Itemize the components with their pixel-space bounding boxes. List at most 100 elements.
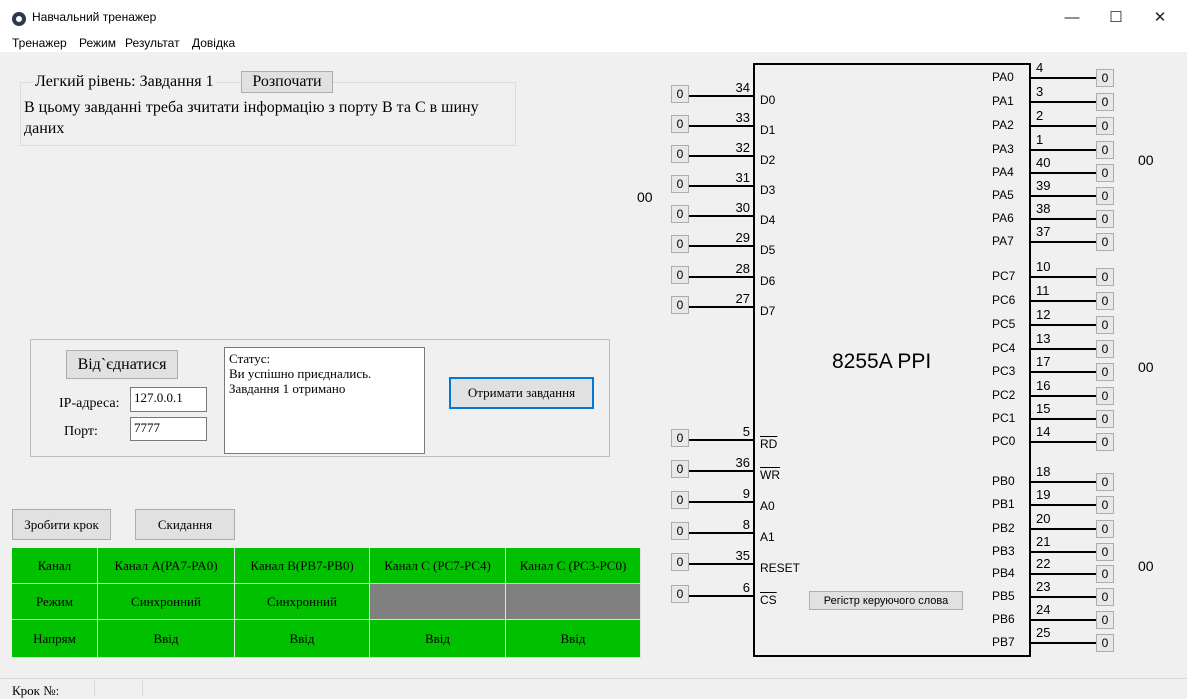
pin-value-box[interactable]: 0 xyxy=(1096,496,1114,514)
ip-input[interactable]: 127.0.0.1 xyxy=(130,387,207,412)
menu-result[interactable]: Результат xyxy=(125,36,180,50)
pin-number: 29 xyxy=(735,230,750,245)
table-cell[interactable]: Ввід xyxy=(370,620,506,658)
pin-value-box[interactable]: 0 xyxy=(1096,433,1114,451)
pin-label: RD xyxy=(760,437,778,451)
table-cell[interactable]: Синхронний xyxy=(98,584,235,620)
pin-value-box[interactable]: 0 xyxy=(671,235,689,253)
menu-mode[interactable]: Режим xyxy=(79,36,116,50)
start-button[interactable]: Розпочати xyxy=(241,71,333,93)
pin-value-box[interactable]: 0 xyxy=(671,296,689,314)
pin-value-box[interactable]: 0 xyxy=(1096,141,1114,159)
pin-number: 17 xyxy=(1036,354,1051,369)
pin-label: CS xyxy=(760,593,777,607)
pin-value-box[interactable]: 0 xyxy=(671,585,689,603)
pin-label: A0 xyxy=(760,499,775,513)
pin-line xyxy=(1031,324,1096,326)
status-bar: Крок №: xyxy=(0,678,1187,698)
pin-value-box[interactable]: 0 xyxy=(1096,387,1114,405)
pin-value-box[interactable]: 0 xyxy=(1096,565,1114,583)
pin-value-box[interactable]: 0 xyxy=(671,522,689,540)
pin-value-box[interactable]: 0 xyxy=(1096,588,1114,606)
pin-number: 5 xyxy=(742,424,750,439)
table-cell[interactable]: Ввід xyxy=(506,620,641,658)
status-divider xyxy=(94,681,95,696)
pin-label: PB7 xyxy=(992,635,1015,649)
pin-value-box[interactable]: 0 xyxy=(1096,117,1114,135)
minimize-button[interactable]: — xyxy=(1049,0,1095,34)
pin-value-box[interactable]: 0 xyxy=(1096,268,1114,286)
menu-help[interactable]: Довідка xyxy=(192,36,235,50)
pin-value-box[interactable]: 0 xyxy=(1096,93,1114,111)
task-level-label: Легкий рівень: Завдання 1 xyxy=(33,73,216,91)
pin-value-box[interactable]: 0 xyxy=(1096,69,1114,87)
table-cell: Канал В(PB7-PB0) xyxy=(235,548,370,584)
pin-line xyxy=(1031,528,1096,530)
pin-value-box[interactable]: 0 xyxy=(1096,410,1114,428)
app-icon xyxy=(12,12,26,26)
pin-label: PC3 xyxy=(992,364,1016,378)
pin-value-box[interactable]: 0 xyxy=(1096,164,1114,182)
pin-value-box[interactable]: 0 xyxy=(1096,363,1114,381)
pin-number: 34 xyxy=(735,80,750,95)
pin-value-box[interactable]: 0 xyxy=(671,429,689,447)
pin-value-box[interactable]: 0 xyxy=(671,175,689,193)
disconnect-button[interactable]: Від`єднатися xyxy=(66,350,178,379)
pin-line xyxy=(689,470,753,472)
pin-value-box[interactable]: 0 xyxy=(671,205,689,223)
table-cell[interactable]: Синхронний xyxy=(235,584,370,620)
pin-line xyxy=(689,155,753,157)
table-cell[interactable]: Ввід xyxy=(98,620,235,658)
pin-value-box[interactable]: 0 xyxy=(671,460,689,478)
pin-value-box[interactable]: 0 xyxy=(671,115,689,133)
pin-label: RESET xyxy=(760,561,801,575)
table-cell[interactable]: Ввід xyxy=(235,620,370,658)
pin-value-box[interactable]: 0 xyxy=(671,266,689,284)
pin-label: D6 xyxy=(760,274,776,288)
pin-value-box[interactable]: 0 xyxy=(1096,187,1114,205)
pin-label: D0 xyxy=(760,93,776,107)
maximize-button[interactable]: ☐ xyxy=(1093,0,1139,34)
pin-line xyxy=(689,439,753,441)
pin-value-box[interactable]: 0 xyxy=(1096,543,1114,561)
pin-line xyxy=(1031,642,1096,644)
pin-label: PC5 xyxy=(992,317,1016,331)
pin-line xyxy=(689,501,753,503)
pin-value-box[interactable]: 0 xyxy=(671,85,689,103)
pin-value-box[interactable]: 0 xyxy=(671,553,689,571)
pin-line xyxy=(689,125,753,127)
pin-value-box[interactable]: 0 xyxy=(1096,233,1114,251)
pin-value-box[interactable]: 0 xyxy=(1096,611,1114,629)
pin-value-box[interactable]: 0 xyxy=(1096,292,1114,310)
pin-number: 8 xyxy=(742,517,750,532)
pin-label: PA4 xyxy=(992,165,1014,179)
pin-value-box[interactable]: 0 xyxy=(671,491,689,509)
pin-value-box[interactable]: 0 xyxy=(671,145,689,163)
pin-number: 40 xyxy=(1036,155,1051,170)
pin-line xyxy=(689,215,753,217)
pin-value-box[interactable]: 0 xyxy=(1096,340,1114,358)
pin-value-box[interactable]: 0 xyxy=(1096,634,1114,652)
pin-label: PC4 xyxy=(992,341,1016,355)
control-register-button[interactable]: Регістр керуючого слова xyxy=(809,591,963,610)
pin-value-box[interactable]: 0 xyxy=(1096,520,1114,538)
get-task-button[interactable]: Отримати завдання xyxy=(449,377,594,409)
pin-number: 15 xyxy=(1036,401,1051,416)
table-cell: Канал xyxy=(12,548,98,584)
step-button[interactable]: Зробити крок xyxy=(12,509,111,540)
reset-button[interactable]: Скидання xyxy=(135,509,235,540)
pin-number: 35 xyxy=(735,548,750,563)
port-a-value: 00 xyxy=(1138,152,1154,168)
pin-line xyxy=(689,306,753,308)
pin-line xyxy=(689,563,753,565)
port-input[interactable]: 7777 xyxy=(130,417,207,441)
menu-trainer[interactable]: Тренажер xyxy=(12,36,67,50)
pin-line xyxy=(689,595,753,597)
pin-label: PB2 xyxy=(992,521,1015,535)
pin-value-box[interactable]: 0 xyxy=(1096,473,1114,491)
pin-value-box[interactable]: 0 xyxy=(1096,316,1114,334)
pin-line xyxy=(1031,504,1096,506)
pin-value-box[interactable]: 0 xyxy=(1096,210,1114,228)
pin-number: 22 xyxy=(1036,556,1051,571)
close-button[interactable]: ✕ xyxy=(1137,0,1183,34)
